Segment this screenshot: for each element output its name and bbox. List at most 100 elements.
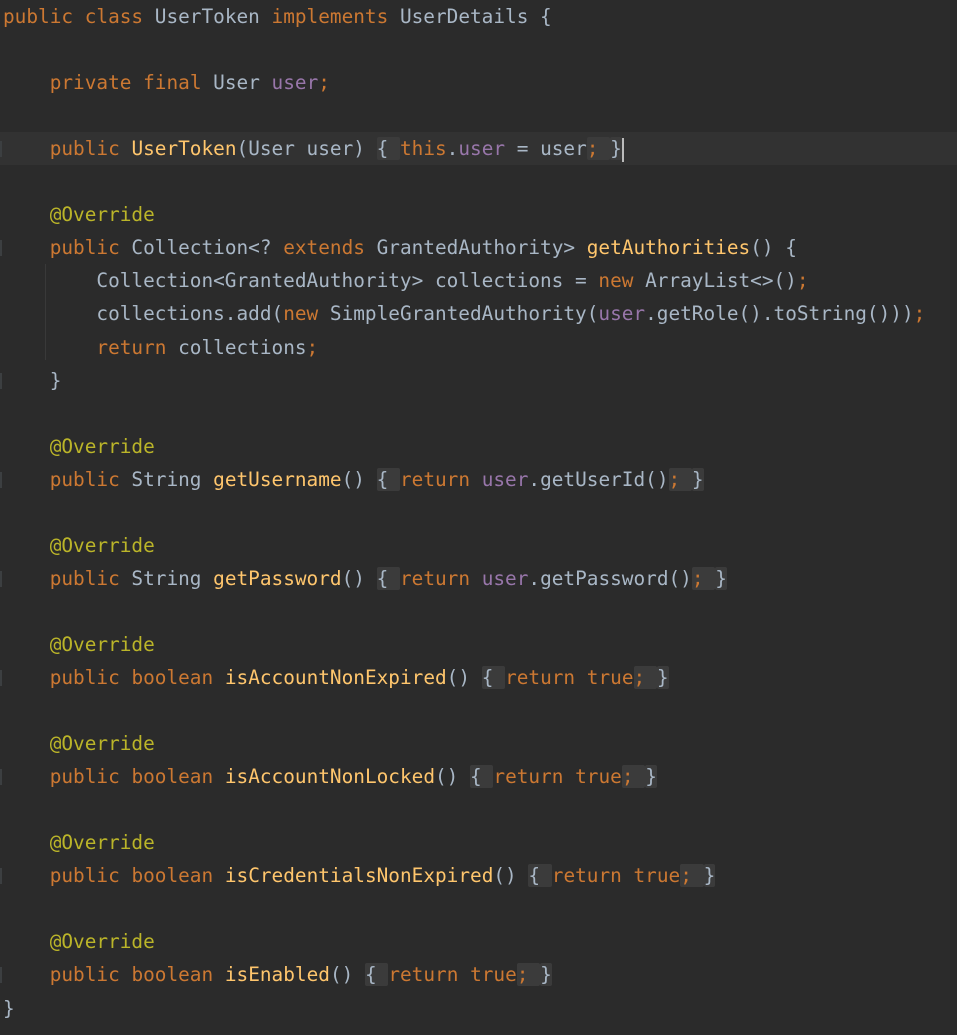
code-line[interactable]: @Override <box>3 198 155 231</box>
code-token: User <box>201 71 272 95</box>
code-token: @Override <box>49 434 155 458</box>
code-line[interactable]: public Collection<? extends GrantedAutho… <box>3 231 797 264</box>
code-token: public <box>49 765 120 789</box>
folded-region[interactable]: ; <box>680 864 704 888</box>
code-token: . <box>446 137 459 161</box>
code-line[interactable]: @Override <box>3 628 155 661</box>
fold-marker[interactable] <box>0 868 2 885</box>
code-token: user <box>481 467 529 491</box>
code-line[interactable]: public class UserToken implements UserDe… <box>3 0 552 33</box>
code-token: String <box>119 566 214 590</box>
folded-region[interactable]: { <box>376 467 400 491</box>
code-line[interactable]: public boolean isAccountNonExpired() { r… <box>3 661 669 694</box>
code-token: getUsername <box>213 467 342 491</box>
code-line[interactable]: public String getUsername() { return use… <box>3 463 704 496</box>
folded-region[interactable]: } <box>540 963 552 987</box>
fold-marker[interactable] <box>0 769 2 786</box>
code-token: final <box>143 71 202 95</box>
code-line[interactable]: @Override <box>3 430 155 463</box>
code-token: boolean <box>131 864 214 888</box>
code-token: return <box>388 963 459 987</box>
text-caret <box>621 137 624 162</box>
code-token: boolean <box>131 765 214 789</box>
folded-region[interactable]: } <box>645 765 657 789</box>
folded-region[interactable]: ; <box>691 566 716 590</box>
code-line[interactable]: public String getPassword() { return use… <box>3 562 727 595</box>
fold-marker[interactable] <box>0 240 2 257</box>
code-line[interactable]: @Override <box>3 925 155 958</box>
fold-marker[interactable] <box>0 372 2 389</box>
fold-marker[interactable] <box>0 471 2 488</box>
folded-region[interactable]: { <box>481 666 506 689</box>
code-token: collections <box>166 335 307 359</box>
code-line[interactable]: public boolean isEnabled() { return true… <box>3 958 552 991</box>
folded-region[interactable]: ; <box>516 963 541 987</box>
folded-region[interactable]: } <box>610 137 622 161</box>
code-line[interactable]: return collections; <box>3 331 318 364</box>
code-token: @Override <box>49 930 155 954</box>
code-token: implements <box>271 5 389 28</box>
folded-region[interactable]: { <box>364 963 389 987</box>
folded-region[interactable]: { <box>376 137 400 161</box>
code-token: UserDetails { <box>388 5 552 28</box>
fold-marker[interactable] <box>0 967 2 984</box>
code-line[interactable]: public boolean isCredentialsNonExpired()… <box>3 859 716 892</box>
folded-region[interactable]: { <box>528 864 552 888</box>
code-line[interactable]: collections.add(new SimpleGrantedAuthori… <box>3 297 925 330</box>
fold-marker[interactable] <box>0 570 2 587</box>
code-token: .getRole().toString())) <box>645 302 914 326</box>
folded-region[interactable]: } <box>715 566 727 590</box>
code-token: user <box>271 71 319 95</box>
folded-region[interactable]: ; <box>621 765 646 789</box>
code-editor[interactable]: public class UserToken implements UserDe… <box>0 0 957 1035</box>
code-line[interactable]: } <box>3 992 15 1025</box>
code-line[interactable]: Collection<GrantedAuthority> collections… <box>3 264 808 297</box>
fold-marker[interactable] <box>0 670 2 686</box>
code-token: GrantedAuthority> <box>364 236 587 260</box>
code-token: () <box>446 666 482 689</box>
code-token: true <box>470 963 517 987</box>
code-token: return <box>96 335 167 359</box>
code-token: () <box>493 864 529 888</box>
code-token: Collection<GrantedAuthority> collections… <box>3 269 599 293</box>
folded-region[interactable]: ; <box>668 467 692 491</box>
code-line[interactable]: @Override <box>3 727 155 760</box>
code-line[interactable]: } <box>3 364 62 397</box>
code-token: () <box>435 765 471 789</box>
folded-region[interactable]: { <box>470 765 494 789</box>
code-line[interactable]: @Override <box>3 529 155 562</box>
code-line[interactable]: @Override <box>3 826 155 859</box>
code-line[interactable]: public boolean isAccountNonLocked() { re… <box>3 760 657 793</box>
code-token: user <box>598 302 646 326</box>
fold-marker[interactable] <box>0 141 2 158</box>
code-token: .getPassword() <box>528 566 692 590</box>
code-token: public <box>49 963 120 987</box>
code-token: public <box>3 5 74 28</box>
folded-region[interactable]: } <box>656 666 669 689</box>
folded-region[interactable]: { <box>376 566 400 590</box>
code-token: = user <box>505 137 587 161</box>
folded-region[interactable]: } <box>703 864 716 888</box>
code-token: (User user) <box>236 137 377 161</box>
folded-region[interactable]: } <box>691 467 704 491</box>
code-token: ArrayList<>() <box>633 269 797 293</box>
code-token: this <box>399 137 447 161</box>
folded-region[interactable]: ; <box>633 666 657 689</box>
code-line[interactable]: public UserToken(User user) { this.user … <box>0 132 957 166</box>
code-token: @Override <box>49 533 155 557</box>
code-token: ; <box>913 302 926 326</box>
code-token: return <box>399 566 471 590</box>
code-line[interactable]: private final User user; <box>3 66 330 99</box>
folded-region[interactable]: ; <box>586 137 611 161</box>
